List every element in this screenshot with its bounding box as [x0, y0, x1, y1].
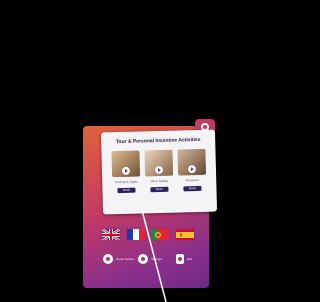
controller-pointer-ray: [142, 213, 167, 302]
vr-scene: Tour & Personal Incentive Activities Coo…: [0, 0, 316, 302]
